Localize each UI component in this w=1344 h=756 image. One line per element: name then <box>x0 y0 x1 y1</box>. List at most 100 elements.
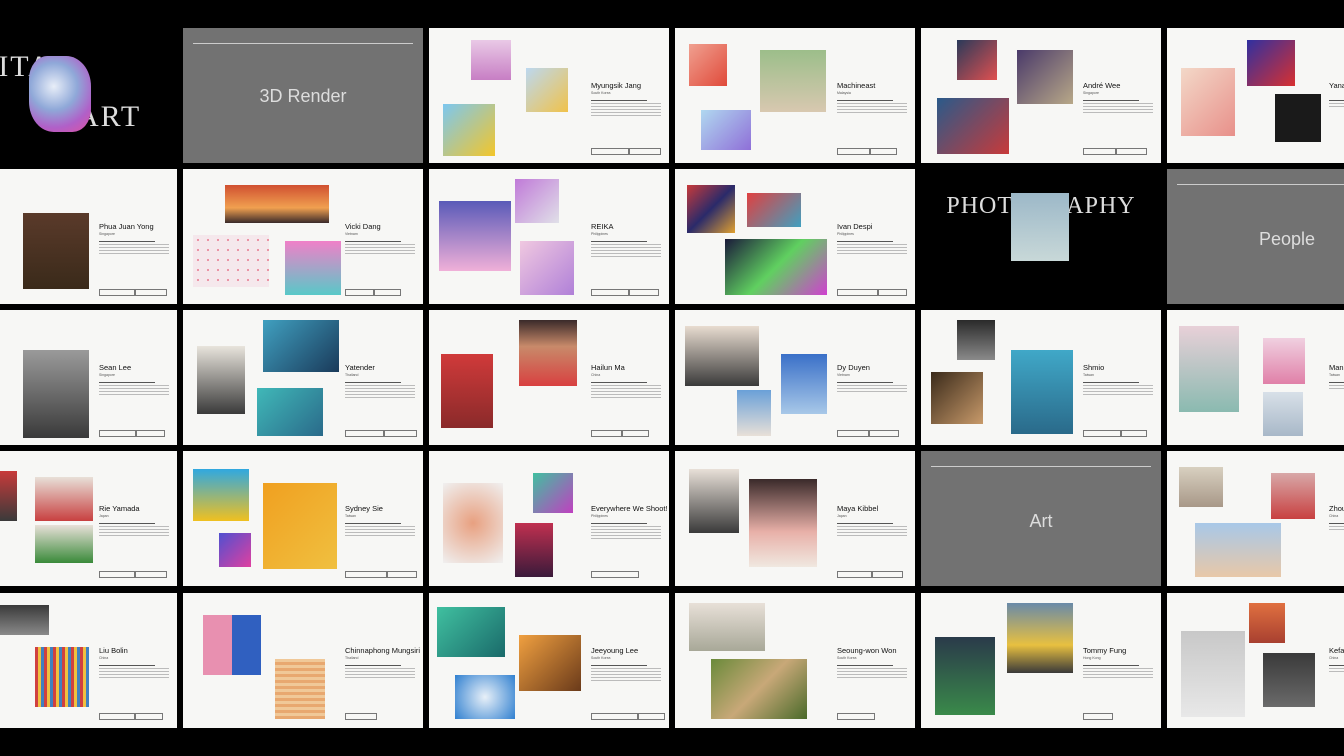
slide-artist[interactable]: Sean Lee Singapore <box>0 310 177 445</box>
link-button[interactable] <box>621 430 649 437</box>
link-button[interactable] <box>591 148 629 155</box>
artwork-image <box>257 388 323 436</box>
slide-artist[interactable]: Yatender Thailand <box>183 310 423 445</box>
artist-name: Maya Kibbel <box>837 504 879 513</box>
link-button[interactable] <box>877 289 907 296</box>
slide-section-people[interactable]: People <box>1167 169 1344 304</box>
slide-artist[interactable]: Rie Yamada Japan <box>0 451 177 586</box>
bio-text <box>1329 665 1344 674</box>
artist-country: China <box>591 373 601 377</box>
cover-artwork <box>1011 193 1069 261</box>
slide-artist[interactable]: Yana <box>1167 28 1344 163</box>
slide-artist[interactable]: Maya Kibbel Japan <box>675 451 915 586</box>
artwork-image <box>749 479 817 567</box>
slide-artist[interactable]: Phua Juan Yong Singapore <box>0 169 177 304</box>
artist-name: Jeeyoung Lee <box>591 646 639 655</box>
link-button[interactable] <box>135 713 163 720</box>
link-button[interactable] <box>387 571 417 578</box>
link-button[interactable] <box>135 430 165 437</box>
slide-artist[interactable]: Seoung-won Won South Korea <box>675 593 915 728</box>
link-button[interactable] <box>837 289 879 296</box>
slide-artist[interactable]: Tommy Fung Hong Kong <box>921 593 1161 728</box>
artwork-image <box>0 605 49 635</box>
link-button[interactable] <box>591 289 629 296</box>
link-button[interactable] <box>629 289 659 296</box>
slide-photography-cover[interactable]: PHOTOGRAPHY <box>921 169 1161 304</box>
slide-artist[interactable]: Chinnaphong Mungsiri Thailand <box>183 593 423 728</box>
link-button[interactable] <box>591 430 623 437</box>
artwork-image <box>747 193 801 227</box>
section-title: 3D Render <box>259 86 347 106</box>
bio-text <box>99 241 169 256</box>
artwork-image <box>689 469 739 533</box>
link-button[interactable] <box>345 571 387 578</box>
slide-artist[interactable]: Mani Taiwan <box>1167 310 1344 445</box>
artist-name: Yana <box>1329 81 1344 90</box>
link-button[interactable] <box>591 571 639 578</box>
link-button[interactable] <box>1083 430 1121 437</box>
link-button[interactable] <box>591 713 639 720</box>
link-button[interactable] <box>1083 713 1113 720</box>
slide-artist[interactable]: Sydney Sie Taiwan <box>183 451 423 586</box>
slide-artist[interactable]: REIKA Philippines <box>429 169 669 304</box>
link-button[interactable] <box>837 571 873 578</box>
link-button[interactable] <box>373 289 401 296</box>
artwork-image <box>263 483 337 569</box>
bio-text <box>837 100 907 115</box>
slide-artist[interactable]: Myungsik Jang South Korea <box>429 28 669 163</box>
slide-section-art[interactable]: Art <box>921 451 1161 586</box>
link-button[interactable] <box>383 430 417 437</box>
artist-country: China <box>1329 514 1339 518</box>
slide-artist[interactable]: Jeeyoung Lee South Korea <box>429 593 669 728</box>
artwork-image <box>35 525 93 563</box>
link-button[interactable] <box>135 289 167 296</box>
link-button[interactable] <box>837 713 875 720</box>
link-button[interactable] <box>1115 148 1147 155</box>
link-button[interactable] <box>869 148 897 155</box>
slide-artist[interactable]: André Wee Singapore <box>921 28 1161 163</box>
link-button[interactable] <box>871 571 903 578</box>
link-button[interactable] <box>1083 148 1117 155</box>
slide-artist[interactable]: Ivan Despi Philippines <box>675 169 915 304</box>
artwork-image <box>197 346 245 414</box>
slide-artist[interactable]: Kefa China <box>1167 593 1344 728</box>
slide-artist[interactable]: Machineast Malaysia <box>675 28 915 163</box>
slide-artist[interactable]: Shmio Taiwan <box>921 310 1161 445</box>
slide-artist[interactable]: Dy Duyen Vietnam <box>675 310 915 445</box>
link-button[interactable] <box>345 713 377 720</box>
artwork-image <box>0 471 17 521</box>
bio-text <box>345 241 415 256</box>
artwork-image <box>1011 350 1073 434</box>
artist-country: Philippines <box>837 232 854 236</box>
slide-digital-art-cover[interactable]: DIGITAL ART <box>0 28 177 163</box>
slide-artist[interactable]: Liu Bolin China <box>0 593 177 728</box>
slide-artist[interactable]: Hailun Ma China <box>429 310 669 445</box>
link-button[interactable] <box>869 430 899 437</box>
slide-artist[interactable]: Vicki Dang Vietnam <box>183 169 423 304</box>
artwork-image <box>35 477 93 521</box>
link-button[interactable] <box>135 571 167 578</box>
link-button[interactable] <box>837 148 871 155</box>
slide-section-3d-render[interactable]: 3D Render <box>183 28 423 163</box>
link-button[interactable] <box>99 289 135 296</box>
link-button[interactable] <box>629 148 661 155</box>
link-button[interactable] <box>837 430 869 437</box>
artwork-image <box>219 533 251 567</box>
link-button[interactable] <box>99 713 135 720</box>
artwork-image <box>1181 631 1245 717</box>
link-button[interactable] <box>345 289 375 296</box>
artwork-image <box>760 50 826 112</box>
link-button[interactable] <box>1121 430 1147 437</box>
link-button[interactable] <box>637 713 665 720</box>
artist-name: Vicki Dang <box>345 222 381 231</box>
artist-country: Taiwan <box>1083 373 1094 377</box>
artwork-image <box>1263 338 1305 384</box>
link-button[interactable] <box>99 571 135 578</box>
artist-name: Phua Juan Yong <box>99 222 154 231</box>
slide-artist[interactable]: Everywhere We Shoot! Philippines <box>429 451 669 586</box>
bio-text <box>99 382 169 397</box>
link-button[interactable] <box>99 430 137 437</box>
artwork-image <box>526 68 568 112</box>
slide-artist[interactable]: Zhou China <box>1167 451 1344 586</box>
link-button[interactable] <box>345 430 385 437</box>
